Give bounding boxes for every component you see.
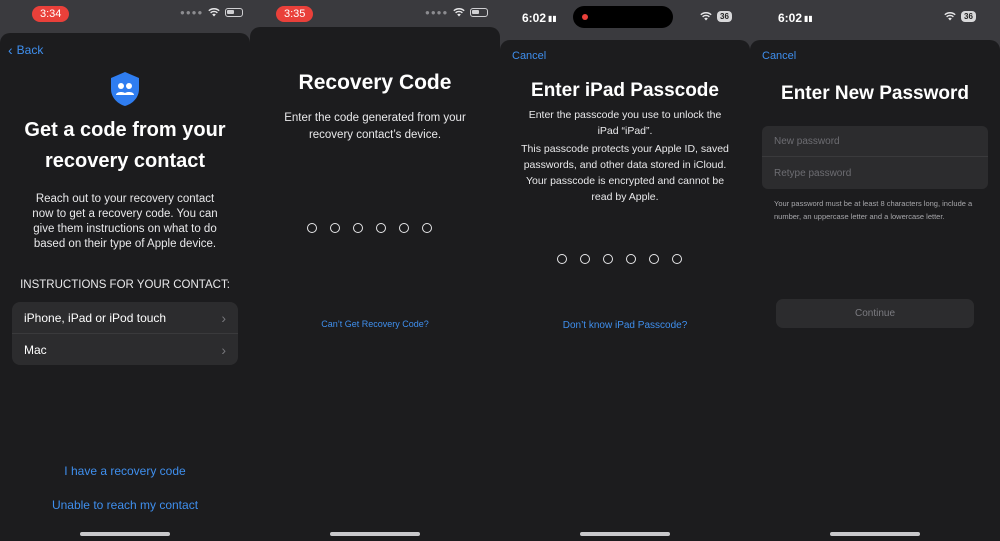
cancel-button[interactable]: Cancel <box>762 50 796 62</box>
passcode-digit-slot <box>672 254 682 264</box>
sheet: Cancel Enter iPad Passcode Enter the pas… <box>500 40 750 541</box>
status-time: 6:02 ▮▮ <box>778 11 813 25</box>
options-list: iPhone, iPad or iPod touch › Mac › <box>12 302 238 365</box>
status-time: 3:34 <box>32 6 70 22</box>
unable-reach-contact-link[interactable]: Unable to reach my contact <box>0 498 250 512</box>
code-digit-slot <box>353 223 363 233</box>
retype-password-field[interactable] <box>762 157 988 189</box>
sheet: Recovery Code Enter the code generated f… <box>250 27 500 541</box>
status-icons: 36 <box>700 11 732 22</box>
chevron-right-icon: › <box>221 341 226 358</box>
signal-icon: ●●●● <box>425 8 449 17</box>
home-indicator <box>330 532 420 536</box>
wifi-icon <box>944 12 956 21</box>
page-title: Enter New Password <box>781 83 969 104</box>
page-title: Get a code from your recovery contact <box>24 119 226 172</box>
code-digit-slot <box>399 223 409 233</box>
option-mac[interactable]: Mac › <box>12 334 238 365</box>
battery-icon: 36 <box>961 11 976 22</box>
passcode-input[interactable] <box>557 254 682 264</box>
home-indicator <box>830 532 920 536</box>
screen-recovery-code: 3:35 ●●●● Recovery Code Enter the code g… <box>250 0 500 541</box>
passcode-digit-slot <box>603 254 613 264</box>
wifi-icon <box>208 8 221 17</box>
continue-button[interactable]: Continue <box>776 299 974 328</box>
passcode-digit-slot <box>580 254 590 264</box>
screen-ipad-passcode: 6:02 ▮▮ 36 Cancel Enter iPad Passcode En… <box>500 0 750 541</box>
passcode-digit-slot <box>626 254 636 264</box>
new-password-field[interactable] <box>762 126 988 157</box>
sheet: Cancel Enter New Password Your password … <box>750 40 1000 541</box>
home-indicator <box>580 532 670 536</box>
code-digit-slot <box>307 223 317 233</box>
option-iphone-ipad[interactable]: iPhone, iPad or iPod touch › <box>12 302 238 334</box>
battery-icon: 36 <box>717 11 732 22</box>
back-button[interactable]: ‹ Back <box>8 42 43 58</box>
status-time: 6:02 ▮▮ <box>522 11 557 25</box>
screen-recovery-contact: 3:34 ●●●● ‹ Back Get a code from your re… <box>0 0 250 541</box>
passcode-digit-slot <box>557 254 567 264</box>
status-icons: 36 <box>944 11 976 22</box>
chevron-left-icon: ‹ <box>8 42 13 58</box>
status-time: 3:35 <box>276 6 314 22</box>
password-form <box>762 126 988 189</box>
signal-bars-icon: ▮▮ <box>548 13 557 23</box>
home-indicator <box>80 532 170 536</box>
page-body-line1: Enter the passcode you use to unlock the… <box>528 109 722 137</box>
password-hint: Your password must be at least 8 charact… <box>774 199 973 221</box>
code-input[interactable] <box>307 223 432 233</box>
cant-get-code-link[interactable]: Can’t Get Recovery Code? <box>250 319 500 329</box>
dynamic-island <box>573 6 673 28</box>
sheet: ‹ Back Get a code from your recovery con… <box>0 33 250 541</box>
wifi-icon <box>453 8 466 17</box>
passcode-digit-slot <box>649 254 659 264</box>
page-title: Recovery Code <box>298 71 452 94</box>
page-body: Reach out to your recovery contact now t… <box>32 193 218 250</box>
battery-icon <box>225 8 244 17</box>
cancel-button[interactable]: Cancel <box>512 50 546 62</box>
dont-know-passcode-link[interactable]: Don’t know iPad Passcode? <box>500 320 750 331</box>
have-recovery-code-link[interactable]: I have a recovery code <box>0 464 250 478</box>
code-digit-slot <box>422 223 432 233</box>
section-header: INSTRUCTIONS FOR YOUR CONTACT: <box>20 279 230 291</box>
status-icons: ●●●● <box>180 8 244 17</box>
page-body-line2: This passcode protects your Apple ID, sa… <box>521 143 729 203</box>
signal-bars-icon: ▮▮ <box>804 13 813 23</box>
recording-dot-icon <box>582 14 588 20</box>
page-body: Enter the code generated from your recov… <box>284 112 466 141</box>
people-shield-icon <box>111 72 139 106</box>
screen-new-password: 6:02 ▮▮ 36 Cancel Enter New Password You… <box>750 0 1000 541</box>
code-digit-slot <box>376 223 386 233</box>
page-title: Enter iPad Passcode <box>531 80 719 101</box>
wifi-icon <box>700 12 712 21</box>
battery-icon <box>470 8 489 17</box>
status-icons: ●●●● <box>425 8 489 17</box>
signal-icon: ●●●● <box>180 8 204 17</box>
code-digit-slot <box>330 223 340 233</box>
chevron-right-icon: › <box>221 309 226 326</box>
